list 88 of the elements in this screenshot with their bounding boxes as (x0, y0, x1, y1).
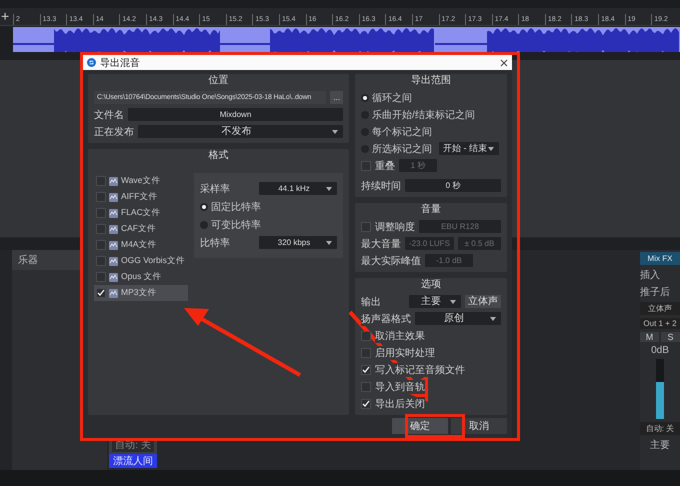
audio-file-icon (109, 272, 118, 282)
insert-label[interactable]: 插入 (640, 268, 680, 282)
field-label: 正在发布 (94, 124, 134, 138)
field-label: 最大音量 (361, 236, 401, 250)
option-label: 调整响度 (375, 220, 415, 234)
checkbox[interactable] (96, 256, 106, 266)
bitrate-dropdown[interactable]: 320 kbps (259, 236, 337, 249)
cancel-button[interactable]: 取消 (451, 418, 507, 434)
checkbox[interactable] (96, 240, 106, 250)
option-label: 可变比特率 (211, 218, 261, 232)
option-label: 乐曲开始/结束标记之间 (372, 108, 475, 122)
option-label: 循环之间 (372, 92, 412, 104)
caret-icon (489, 316, 497, 322)
option-label: 启用实时处理 (375, 346, 435, 360)
checkbox[interactable] (361, 160, 371, 170)
field-label: 持续时间 (361, 178, 401, 192)
radio-button[interactable] (361, 94, 369, 102)
post-fader-label[interactable]: 推子后 (640, 285, 680, 299)
panel-heading: 导出范围 (410, 74, 452, 88)
caret-icon (325, 186, 333, 192)
checkbox[interactable] (361, 382, 371, 392)
field-label: 采样率 (200, 182, 230, 196)
stereo-button[interactable]: 立体声 (640, 302, 680, 315)
option-label: 所选标记之间 (372, 142, 432, 156)
checkbox[interactable] (96, 176, 106, 186)
close-icon[interactable] (500, 58, 508, 66)
caret-icon (487, 146, 495, 152)
audio-file-icon (109, 208, 118, 218)
checkbox[interactable] (361, 330, 371, 340)
option-label: 固定比特率 (211, 200, 261, 214)
solo-button[interactable]: S (661, 332, 680, 342)
option-label: 导出后关闭 (375, 396, 425, 410)
output-dropdown[interactable]: 主要 (409, 295, 461, 308)
field-label: 文件名 (94, 108, 124, 122)
field-label: 输出 (361, 294, 381, 308)
checkbox[interactable] (96, 224, 106, 234)
option-label: 导入到音轨 (375, 380, 425, 394)
fader-track[interactable] (656, 359, 664, 419)
publish-dropdown[interactable]: 不发布 (138, 125, 343, 138)
checkbox[interactable] (96, 192, 106, 202)
panel-heading: 音量 (420, 203, 442, 217)
checkbox[interactable] (361, 222, 371, 232)
channel-name: 主要 (649, 438, 671, 452)
option-label: 重叠 (375, 158, 395, 172)
option-label: 写入标记至音频文件 (375, 362, 465, 376)
panel-heading: 位置 (208, 74, 230, 88)
confirm-button[interactable]: 确定 (392, 418, 448, 434)
audio-file-icon (109, 192, 118, 202)
audio-file-icon (109, 224, 118, 234)
format-item[interactable]: MP3文件 (94, 285, 188, 301)
caret-icon (331, 128, 339, 134)
audio-file-icon (109, 176, 118, 186)
duration-field[interactable]: 0 秒 (405, 179, 501, 192)
checkbox[interactable] (361, 398, 371, 408)
browse-button[interactable]: ... (330, 91, 343, 104)
checkbox[interactable] (96, 208, 106, 218)
app-icon (87, 58, 96, 67)
marker-dropdown[interactable]: 开始 - 结束 (439, 142, 499, 155)
mute-button[interactable]: M (640, 332, 659, 342)
field-label: 扬声器格式 (361, 312, 411, 326)
volume-label: 0dB (650, 345, 670, 356)
checkbox[interactable] (96, 288, 106, 298)
checkbox[interactable] (361, 364, 371, 374)
checkbox[interactable] (361, 348, 371, 358)
checkbox[interactable] (96, 272, 106, 282)
track-name: 漂流人间 (109, 454, 157, 468)
radio-button[interactable] (200, 220, 208, 228)
mix-fx-tab[interactable]: Mix FX (640, 252, 680, 265)
panel-heading: 选项 (420, 278, 442, 292)
field-label: 最大实际峰值 (361, 254, 421, 268)
panel-heading: 格式 (208, 149, 230, 163)
highlight-box (405, 414, 465, 438)
window-title: 导出混音 (100, 56, 141, 70)
add-button[interactable]: + (1, 8, 10, 24)
option-label: 取消主效果 (375, 328, 425, 342)
audio-file-icon (109, 256, 118, 266)
automation-label: 自动: 关 (640, 422, 680, 435)
sample-rate-dropdown[interactable]: 44.1 kHz (259, 182, 337, 195)
output-select[interactable]: Out 1 + 2 (640, 318, 680, 329)
option-label: 每个标记之间 (372, 126, 432, 138)
audio-file-icon (109, 288, 118, 298)
caret-icon (449, 298, 457, 304)
audio-file-icon (109, 240, 118, 250)
field-label: 比特率 (200, 236, 230, 250)
radio-button[interactable] (200, 202, 208, 210)
speaker-format-dropdown[interactable]: 原创 (415, 312, 501, 325)
stereo-button[interactable]: 立体声 (465, 295, 501, 308)
filename-field[interactable]: Mixdown (128, 108, 343, 121)
